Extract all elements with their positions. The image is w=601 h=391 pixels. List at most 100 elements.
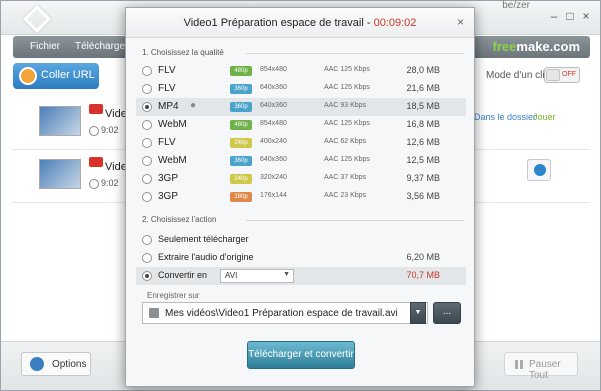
format-name: WebM <box>158 155 187 166</box>
quality-badge: 480p <box>230 66 252 76</box>
audio-bitrate: AAC 125 Kbps <box>324 66 370 73</box>
dialog-titlebar: Video1 Préparation espace de travail - 0… <box>126 8 474 38</box>
radio-button[interactable] <box>142 156 152 166</box>
quality-option[interactable]: WebM 480p 854x480 AAC 125 Kbps 16,8 MB <box>136 116 466 134</box>
web-button[interactable] <box>527 159 551 181</box>
save-location-label: Enregistrer sur <box>147 291 200 300</box>
quality-badge: 360p <box>230 84 252 94</box>
close-icon[interactable]: × <box>457 15 464 29</box>
audio-bitrate: AAC 23 Kbps <box>324 192 367 199</box>
format-name: 3GP <box>158 173 179 184</box>
apple-icon: ● <box>190 100 197 111</box>
paste-url-button[interactable]: Coller URL <box>13 63 99 89</box>
play-link[interactable]: Jouer <box>533 112 556 122</box>
output-format-select[interactable]: AVI ▼ <box>220 269 294 283</box>
file-size: 12,5 MB <box>406 155 440 165</box>
video-thumbnail <box>39 159 81 189</box>
pause-icon <box>515 360 523 369</box>
format-name: FLV <box>158 65 176 76</box>
save-path-dropdown[interactable]: ▼ <box>410 302 426 324</box>
quality-badge: 180p <box>230 192 252 202</box>
save-path-value: Mes vidéos\Video1 Préparation espace de … <box>165 308 398 319</box>
file-size: 18,5 MB <box>406 101 440 111</box>
file-size: 12,6 MB <box>406 137 440 147</box>
quality-option[interactable]: FLV 360p 640x360 AAC 125 Kbps 21,6 MB <box>136 80 466 98</box>
save-path-field[interactable]: Mes vidéos\Video1 Préparation espace de … <box>142 302 428 324</box>
app-url-fragment: be/zer <box>502 0 530 11</box>
action-extract-audio[interactable]: Extraire l'audio d'origine 6,20 MB <box>136 249 466 267</box>
file-size: 28,0 MB <box>406 65 440 75</box>
resolution: 640x360 <box>260 102 287 109</box>
quality-option[interactable]: 3GP 180p 176x144 AAC 23 Kbps 3,56 MB <box>136 188 466 206</box>
output-format-value: AVI <box>225 271 238 280</box>
radio-button[interactable] <box>142 66 152 76</box>
quality-option[interactable]: MP4 ● 360p 640x360 AAC 93 Kbps 18,5 MB <box>136 98 466 116</box>
quality-badge: 480p <box>230 120 252 130</box>
minimize-icon[interactable]: – <box>546 9 562 23</box>
quality-option[interactable]: FLV 240p 400x240 AAC 62 Kbps 12,6 MB <box>136 134 466 152</box>
radio-button[interactable] <box>142 271 152 281</box>
paste-url-icon <box>19 67 37 85</box>
action-label: Seulement télécharger <box>158 234 249 244</box>
quality-badge: 360p <box>230 156 252 166</box>
video-duration: 9:02 <box>101 125 119 135</box>
radio-button[interactable] <box>142 102 152 112</box>
audio-bitrate: AAC 93 Kbps <box>324 102 367 109</box>
resolution: 176x144 <box>260 192 287 199</box>
quality-option[interactable]: FLV 480p 854x480 AAC 125 Kbps 28,0 MB <box>136 62 466 80</box>
options-button[interactable]: Options <box>21 352 91 376</box>
audio-bitrate: AAC 125 Kbps <box>324 156 370 163</box>
download-dialog: Video1 Préparation espace de travail - 0… <box>125 7 475 387</box>
resolution: 640x360 <box>260 156 287 163</box>
action-size: 6,20 MB <box>406 252 440 262</box>
section-divider <box>246 220 464 221</box>
chevron-down-icon: ▼ <box>283 271 290 278</box>
file-icon <box>149 308 159 318</box>
quality-option[interactable]: WebM 360p 640x360 AAC 125 Kbps 12,5 MB <box>136 152 466 170</box>
radio-button[interactable] <box>142 174 152 184</box>
brand-logo: freemake.com <box>492 39 580 54</box>
close-window-icon[interactable]: × <box>578 9 594 23</box>
format-name: FLV <box>158 137 176 148</box>
resolution: 854x480 <box>260 120 287 127</box>
format-name: WebM <box>158 119 187 130</box>
menu-file[interactable]: Fichier <box>30 41 60 52</box>
action-label: Convertir en <box>158 270 208 280</box>
audio-bitrate: AAC 62 Kbps <box>324 138 367 145</box>
options-label: Options <box>52 359 87 370</box>
file-size: 21,6 MB <box>406 83 440 93</box>
radio-button[interactable] <box>142 120 152 130</box>
pause-all-button[interactable]: Pauser Tout <box>504 352 578 381</box>
radio-button[interactable] <box>142 138 152 148</box>
quality-badge: 360p <box>230 102 252 112</box>
quality-section-label: 1. Choisissez la qualité <box>142 48 224 57</box>
clock-icon <box>89 126 99 136</box>
quality-badge: 240p <box>230 138 252 148</box>
action-download-only[interactable]: Seulement télécharger <box>136 231 466 249</box>
chevron-down-icon: ▼ <box>414 309 422 316</box>
open-folder-link[interactable]: Dans le dossier <box>474 112 536 122</box>
single-click-toggle[interactable]: OFF <box>544 67 580 83</box>
youtube-icon <box>89 157 103 167</box>
maximize-icon[interactable]: □ <box>562 9 578 23</box>
action-label: Extraire l'audio d'origine <box>158 252 254 262</box>
action-convert[interactable]: Convertir en AVI ▼ 70,7 MB <box>136 267 466 285</box>
browse-button[interactable]: ... <box>433 302 461 324</box>
action-size: 70,7 MB <box>406 270 440 280</box>
radio-button[interactable] <box>142 192 152 202</box>
file-size: 9,37 MB <box>406 173 440 183</box>
resolution: 854x480 <box>260 66 287 73</box>
radio-button[interactable] <box>142 235 152 245</box>
format-name: FLV <box>158 83 176 94</box>
resolution: 320x240 <box>260 174 287 181</box>
audio-bitrate: AAC 125 Kbps <box>324 120 370 127</box>
download-convert-button[interactable]: Télécharger et convertir <box>247 341 355 369</box>
radio-button[interactable] <box>142 253 152 263</box>
quality-list: FLV 480p 854x480 AAC 125 Kbps 28,0 MB FLV 360p… <box>136 62 466 206</box>
resolution: 400x240 <box>260 138 287 145</box>
dialog-duration: 00:09:02 <box>373 17 417 29</box>
quality-option[interactable]: 3GP 240p 320x240 AAC 37 Kbps 9,37 MB <box>136 170 466 188</box>
format-name: 3GP <box>158 191 179 202</box>
format-name: MP4 <box>158 101 179 112</box>
radio-button[interactable] <box>142 84 152 94</box>
